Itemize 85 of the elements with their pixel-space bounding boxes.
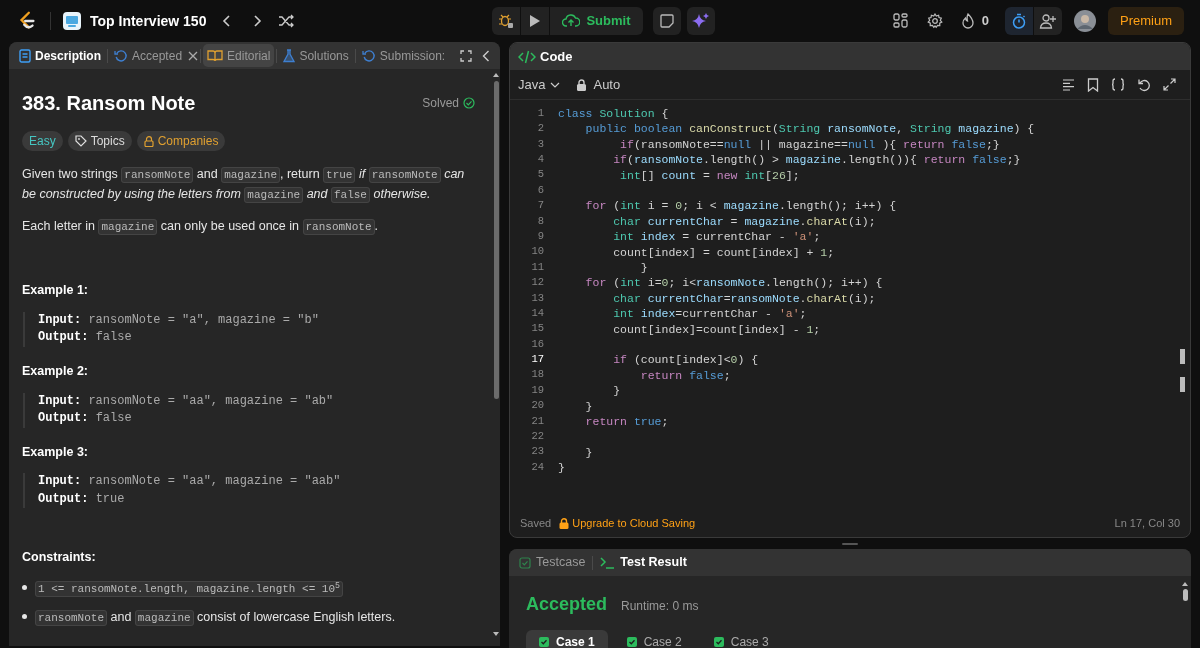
code-tab[interactable]: Code xyxy=(540,46,573,67)
line-number: 10 xyxy=(530,244,544,260)
example-input-text: Input: ransomNote = "aa", magazine = "ab" xyxy=(38,392,335,410)
code-line: } xyxy=(584,398,593,415)
constraints-heading: Constraints: xyxy=(22,549,97,567)
code-line: if (count[index]<0) { xyxy=(612,352,759,369)
code-line: count[index] = count[index] + 1; xyxy=(612,244,835,261)
line-number: 21 xyxy=(530,413,544,429)
runtime: Runtime: 0 ms xyxy=(621,598,699,615)
result-tab[interactable]: Testcase xyxy=(519,553,586,572)
panel-tab[interactable]: Accepted xyxy=(110,44,187,67)
line-number: 22 xyxy=(530,429,544,445)
line-number: 23 xyxy=(530,444,544,460)
code-line: char currentChar=ransomNote.charAt(i); xyxy=(612,290,876,307)
description-paragraph: Each letter in magazine can only be used once in ransomNote . xyxy=(22,218,379,237)
code-line: } xyxy=(558,460,565,477)
code-line: if(ransomNote==null || magazine==null ){ return false;} xyxy=(619,136,1000,153)
mode-label[interactable]: Auto xyxy=(593,74,621,95)
line-number: 15 xyxy=(530,321,544,337)
line-number: 9 xyxy=(536,228,544,244)
premium-button[interactable]: Premium xyxy=(1108,7,1184,35)
code-line: return true; xyxy=(584,413,669,430)
case-tab[interactable]: Case 3 xyxy=(700,630,782,648)
code-line: return false; xyxy=(639,367,731,384)
language-dropdown[interactable]: Java xyxy=(518,74,561,95)
line-number: 13 xyxy=(530,290,544,306)
case-tab[interactable]: Case 1 xyxy=(526,630,608,648)
companies-tag[interactable]: Companies xyxy=(136,131,226,151)
code-line: public boolean canConstruct(String ransomNote, String magazine) { xyxy=(584,121,1035,138)
solved-status: Solved xyxy=(422,95,459,112)
code-line: int[] count = new int[26]; xyxy=(619,167,800,184)
line-number: 2 xyxy=(536,121,544,137)
code-line: } xyxy=(584,444,593,461)
line-number: 16 xyxy=(530,336,544,352)
topics-tag[interactable]: Topics xyxy=(67,131,132,151)
result-tab[interactable]: Test Result xyxy=(600,553,687,572)
problem-title: 383. Ransom Note xyxy=(22,91,196,116)
line-number: 18 xyxy=(530,367,544,383)
cursor-position: Ln 17, Col 30 xyxy=(1114,515,1180,531)
example-output-text: Output: false xyxy=(38,329,133,347)
line-number: 17 xyxy=(530,352,544,368)
code-line: char currentChar = magazine.charAt(i); xyxy=(612,213,876,230)
panel-tab[interactable]: Submission: xyxy=(357,44,450,67)
line-number: 5 xyxy=(536,167,544,183)
list-title[interactable]: Top Interview 150 xyxy=(90,10,207,32)
line-number: 6 xyxy=(536,182,544,198)
line-number: 4 xyxy=(536,152,544,167)
line-number: 3 xyxy=(536,136,544,152)
line-number: 1 xyxy=(536,105,544,121)
line-number: 24 xyxy=(530,459,544,475)
code-line: count[index]=count[index] - 1; xyxy=(612,321,821,338)
case-tab[interactable]: Case 2 xyxy=(613,630,695,648)
line-number: 11 xyxy=(530,259,544,275)
code-line: class Solution { xyxy=(558,106,669,123)
code-line: for (int i = 0; i < magazine.length(); i++) { xyxy=(584,198,897,215)
code-line: if(ransomNote.length() > magazine.length()){ return false;} xyxy=(612,152,1021,169)
example-input-text: Input: ransomNote = "aa", magazine = "aab" xyxy=(38,473,342,491)
streak-count: 0 xyxy=(981,12,989,31)
panel-tab[interactable]: Description xyxy=(15,44,105,67)
example-output-text: Output: false xyxy=(38,410,133,427)
line-number: 12 xyxy=(530,275,544,291)
code-line: for (int i=0; i<ransomNote.length(); i++) { xyxy=(584,275,883,292)
code-line: } xyxy=(639,260,648,276)
upgrade-link[interactable]: Upgrade to Cloud Saving xyxy=(572,514,696,532)
example-heading: Example 3: xyxy=(22,443,89,461)
submit-button[interactable]: Submit xyxy=(550,7,643,35)
example-heading: Example 1: xyxy=(22,282,89,299)
save-status: Saved xyxy=(520,515,552,531)
example-heading: Example 2: xyxy=(22,362,89,380)
code-line: int index = currentChar - 'a'; xyxy=(612,229,821,246)
panel-tab[interactable]: Solutions xyxy=(279,44,353,67)
constraint-item: 1 <= ransomNote.length, magazine.length <= 10$^{5}$ xyxy=(35,579,343,598)
line-number: 7 xyxy=(536,198,544,214)
difficulty-tag: Easy xyxy=(22,131,63,151)
code-line: } xyxy=(612,383,621,400)
code-line: int index=currentChar - 'a'; xyxy=(612,306,807,323)
line-number: 19 xyxy=(530,382,544,398)
verdict: Accepted xyxy=(526,593,608,616)
example-input-text: Input: ransomNote = "a", magazine = "b" xyxy=(38,311,320,329)
constraint-item: ransomNote and magazine consist of lowercase English letters. xyxy=(35,608,396,627)
description-paragraph: Given two strings ransomNote and magazine , return true if ransomNote can be constructed by using the letters from magazine and false otherwise. xyxy=(22,166,466,205)
line-number: 20 xyxy=(530,398,544,414)
line-number: 14 xyxy=(530,305,544,321)
example-output-text: Output: true xyxy=(38,490,126,508)
line-number: 8 xyxy=(536,213,544,229)
